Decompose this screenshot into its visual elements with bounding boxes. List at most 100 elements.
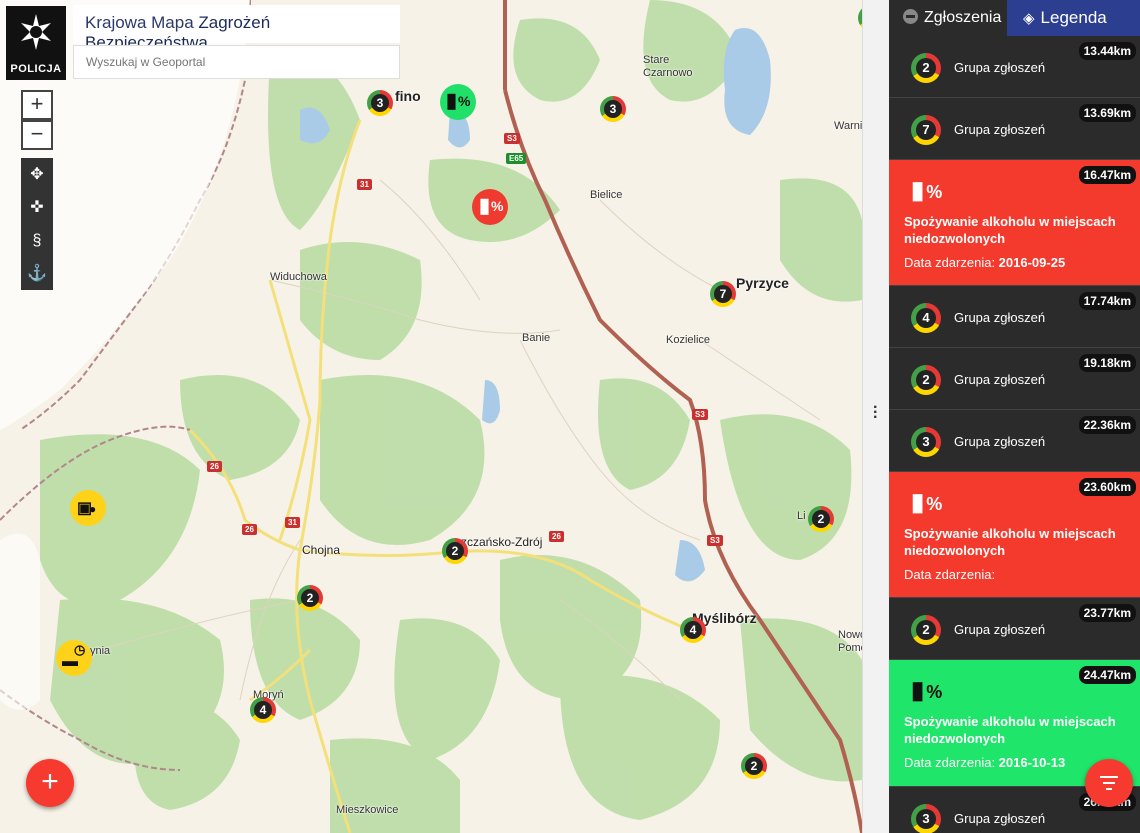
cluster-marker[interactable]: 2	[741, 753, 767, 779]
distance-badge: 13.44km	[1078, 42, 1136, 60]
bottle-icon: ▮	[446, 90, 458, 112]
distance-badge: 17.74km	[1078, 292, 1136, 310]
bottle-percent-icon: ▮%	[911, 489, 943, 516]
map-canvas[interactable]: S3 E65 31 26 26 31 26 S3 S3 Stare Czarno…	[0, 0, 862, 833]
road-shield-e65: E65	[506, 153, 527, 164]
speeding-incident-pin[interactable]: ▬ ◷	[56, 640, 92, 676]
distance-badge: 23.60km	[1078, 478, 1136, 496]
cluster-icon: 2	[911, 615, 941, 645]
crosshair-icon[interactable]: ✜	[21, 191, 53, 224]
place-label: Pomorsk	[838, 642, 862, 654]
tab-label: Legenda	[1040, 8, 1107, 27]
police-logo[interactable]: POLICJA	[6, 6, 66, 80]
reports-sidebar: Zgłoszenia ◈ Legenda 2 Grupa zgłoszeń 13.…	[889, 0, 1140, 833]
place-label: Li	[797, 510, 806, 522]
report-list-item[interactable]: 3 Grupa zgłoszeń 22.36km	[889, 410, 1140, 472]
place-label: Widuchowa	[270, 271, 327, 283]
place-label: Nowogr	[838, 629, 862, 641]
cluster-marker[interactable]: 2	[808, 506, 834, 532]
report-list-item[interactable]: 2 Grupa zgłoszeń 13.44km	[889, 36, 1140, 98]
cluster-icon: 3	[911, 427, 941, 457]
filter-button[interactable]	[1085, 759, 1133, 807]
logo-text: POLICJA	[10, 63, 62, 75]
place-label: Kozielice	[666, 334, 711, 346]
cluster-icon: 4	[911, 303, 941, 333]
place-label: Bielice	[590, 189, 623, 201]
cluster-icon: 2	[911, 53, 941, 83]
cluster-marker[interactable]: 3	[367, 90, 393, 116]
cluster-marker[interactable]: 4	[250, 697, 276, 723]
report-list-item[interactable]: ▮% Spożywanie alkoholu w miejscach niedo…	[889, 472, 1140, 598]
tab-zgloszenia[interactable]: Zgłoszenia	[889, 0, 1007, 36]
alcohol-incident-pin[interactable]: ▮ %	[440, 84, 476, 120]
item-label: Grupa zgłoszeń	[954, 60, 1046, 75]
item-date: Data zdarzenia: 2016-09-25	[904, 255, 1066, 270]
search-input[interactable]	[74, 46, 399, 78]
cluster-marker[interactable]: 2	[442, 538, 468, 564]
place-label: Stare	[643, 54, 670, 66]
bottle-percent-icon: ▮%	[911, 177, 943, 204]
road-shield-26: 26	[242, 524, 257, 535]
cluster-marker[interactable]: 3	[600, 96, 626, 122]
place-label: Pyrzyce	[736, 275, 789, 291]
paragraph-icon[interactable]: §	[21, 224, 53, 257]
report-list-item[interactable]: 7 Grupa zgłoszeń 13.69km	[889, 98, 1140, 160]
cluster-marker[interactable]: 2	[297, 585, 323, 611]
bottle-percent-icon: ▮%	[911, 677, 943, 704]
map-base-layer	[0, 0, 862, 833]
app: S3 E65 31 26 26 31 26 S3 S3 Stare Czarno…	[0, 0, 1140, 833]
road-shield-26: 26	[549, 531, 564, 542]
cluster-marker[interactable]: 4	[680, 617, 706, 643]
place-label: Czarnowo	[643, 67, 693, 79]
move-icon[interactable]: ✥	[21, 158, 53, 191]
place-label: Mieszkowice	[336, 804, 399, 816]
road-shield-31: 31	[357, 179, 372, 190]
percent-icon: %	[458, 93, 471, 109]
report-list-item[interactable]: 2 Grupa zgłoszeń 23.77km	[889, 598, 1140, 660]
item-label: Grupa zgłoszeń	[954, 372, 1046, 387]
distance-badge: 16.47km	[1078, 166, 1136, 184]
report-list-item[interactable]: 2 Grupa zgłoszeń 19.18km	[889, 348, 1140, 410]
distance-badge: 19.18km	[1078, 354, 1136, 372]
item-title: Spożywanie alkoholu w miejscach niedozwo…	[904, 526, 1116, 558]
place-label: Banie	[522, 332, 551, 344]
map-tools: ✥ ✜ § ⚓	[21, 158, 53, 290]
add-report-button[interactable]: +	[26, 759, 74, 807]
item-title: Spożywanie alkoholu w miejscach niedozwo…	[904, 214, 1116, 246]
coins-icon: ●	[89, 502, 97, 516]
percent-icon: %	[491, 198, 504, 214]
item-label: Grupa zgłoszeń	[954, 434, 1046, 449]
filter-icon	[1100, 776, 1118, 794]
place-label: Warnice	[834, 120, 862, 132]
cluster-icon: 7	[911, 115, 941, 145]
cluster-icon: 3	[911, 804, 941, 833]
zoom-out-button[interactable]: −	[21, 120, 53, 150]
bottle-icon: ▮	[479, 195, 491, 217]
place-label: zczańsko-Zdrój	[461, 535, 543, 549]
distance-badge: 23.77km	[1078, 604, 1136, 622]
item-date: Data zdarzenia:	[904, 567, 996, 582]
tab-legenda[interactable]: ◈ Legenda	[1007, 0, 1140, 36]
report-list-item[interactable]: ▮% Spożywanie alkoholu w miejscach niedo…	[889, 160, 1140, 286]
cluster-marker[interactable]: 7	[710, 281, 736, 307]
distance-badge: 24.47km	[1078, 666, 1136, 684]
report-list-item[interactable]: 4 Grupa zgłoszeń 17.74km	[889, 286, 1140, 348]
tags-icon[interactable]: ⚓	[21, 257, 53, 290]
zoom-in-button[interactable]: +	[21, 90, 53, 120]
alcohol-incident-pin[interactable]: ▮ %	[472, 189, 508, 225]
search-box[interactable]	[73, 45, 400, 79]
item-title: Spożywanie alkoholu w miejscach niedozwo…	[904, 714, 1116, 746]
more-vert-icon: · · ·	[873, 399, 879, 426]
stopwatch-icon: ◷	[74, 642, 86, 657]
item-label: Grupa zgłoszeń	[954, 310, 1046, 325]
place-label: ynia	[90, 645, 111, 657]
panel-resize-handle[interactable]: · · ·	[862, 0, 890, 833]
sidebar-tabs: Zgłoszenia ◈ Legenda	[889, 0, 1140, 36]
road-shield-s3: S3	[504, 133, 520, 144]
cash-incident-pin[interactable]: ▣ ●	[70, 490, 106, 526]
title-regular: Krajowa Mapa	[85, 13, 199, 32]
road-shield-s3: S3	[707, 535, 723, 546]
tab-label: Zgłoszenia	[924, 9, 1002, 26]
road-shield-s3: S3	[692, 409, 708, 420]
road-shield-31: 31	[285, 517, 300, 528]
